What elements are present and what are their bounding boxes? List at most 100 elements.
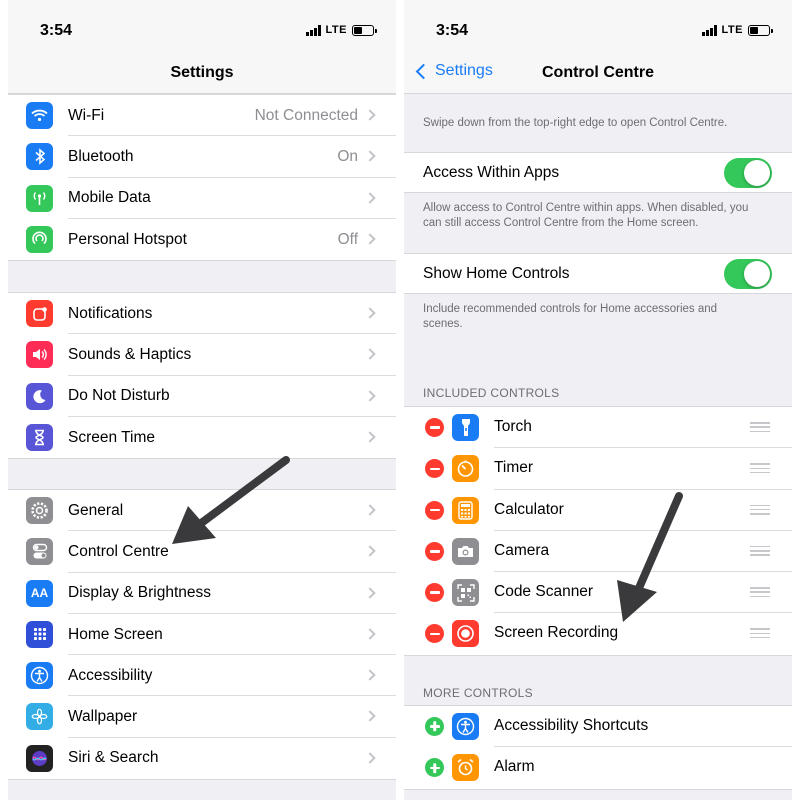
remove-timer-button[interactable]: [425, 459, 444, 479]
network-type: LTE: [721, 24, 743, 36]
settings-row-bluetooth[interactable]: Bluetooth On: [8, 136, 396, 178]
settings-row-label: Mobile Data: [68, 189, 151, 207]
add-accessibility-shortcuts-button[interactable]: [425, 717, 444, 736]
hotspot-icon: [26, 225, 53, 253]
settings-row-label: Siri & Search: [68, 749, 159, 767]
chevron-right-icon: [364, 150, 376, 162]
minus-icon: [429, 550, 440, 553]
settings-row-label: Wallpaper: [68, 708, 138, 726]
settings-row-wallpaper[interactable]: Wallpaper: [8, 696, 396, 738]
settings-row-label: Notifications: [68, 304, 153, 322]
reorder-handle-icon[interactable]: [750, 545, 770, 556]
settings-row-sounds-haptics[interactable]: Sounds & Haptics: [8, 334, 396, 376]
control-row-calculator: Calculator: [404, 490, 792, 531]
settings-row-label: Sounds & Haptics: [68, 345, 192, 363]
minus-icon: [429, 591, 440, 594]
accessibility-icon: [26, 662, 53, 690]
settings-row-general[interactable]: General: [8, 490, 396, 532]
remove-code-scanner-button[interactable]: [425, 583, 444, 603]
settings-row-siri-search[interactable]: Siri & Search: [8, 738, 396, 779]
settings-row-accessibility[interactable]: Accessibility: [8, 655, 396, 697]
notifications-group: Notifications Sounds & Haptics Do Not Dist…: [8, 292, 396, 460]
settings-row-value: Off: [337, 230, 358, 248]
status-indicators: LTE: [701, 24, 773, 36]
page-title: Settings: [170, 64, 234, 81]
network-type: LTE: [325, 24, 347, 36]
more-controls-header: MORE CONTROLS: [423, 686, 533, 700]
hourglass-icon: [26, 423, 53, 451]
settings-screen: 3:54 LTE Settings Wi-Fi Not Connected Blue…: [8, 0, 396, 800]
record-icon: [452, 620, 479, 648]
qr-scanner-icon: [452, 579, 479, 607]
show-home-controls-row: Show Home Controls: [404, 253, 792, 294]
settings-row-personal-hotspot[interactable]: Personal Hotspot Off: [8, 219, 396, 260]
settings-row-home-screen[interactable]: Home Screen: [8, 614, 396, 656]
settings-row-label: Control Centre: [68, 542, 169, 560]
chevron-right-icon: [364, 191, 376, 204]
settings-row-control-centre[interactable]: Control Centre: [8, 531, 396, 573]
control-row-screen-recording: Screen Recording: [404, 613, 792, 654]
nav-bar: Settings Control Centre: [404, 56, 792, 94]
settings-row-mobile-data[interactable]: Mobile Data: [8, 178, 396, 219]
minus-icon: [429, 467, 440, 471]
access-within-apps-label: Access Within Apps: [423, 164, 560, 181]
siri-icon: [26, 744, 53, 772]
access-within-apps-toggle[interactable]: [724, 158, 772, 188]
flower-icon: [26, 703, 53, 731]
minus-icon: [429, 508, 440, 512]
settings-row-label: General: [68, 501, 124, 519]
status-time: 3:54: [40, 22, 73, 39]
reorder-handle-icon[interactable]: [750, 504, 770, 515]
chevron-right-icon: [364, 669, 376, 681]
control-label: Camera: [494, 541, 550, 559]
remove-camera-button[interactable]: [425, 541, 444, 561]
reorder-handle-icon[interactable]: [750, 587, 770, 598]
remove-calculator-button[interactable]: [425, 500, 444, 520]
remove-screen-recording-button[interactable]: [425, 624, 444, 644]
control-row-code-scanner: Code Scanner: [404, 572, 792, 614]
alarm-icon: [452, 754, 479, 782]
add-alarm-button[interactable]: [425, 758, 444, 778]
gear-icon: [26, 497, 53, 524]
control-label: Screen Recording: [494, 624, 619, 642]
remove-torch-button[interactable]: [425, 418, 444, 437]
settings-row-screen-time[interactable]: Screen Time: [8, 417, 396, 458]
control-label: Accessibility Shortcuts: [494, 717, 649, 734]
settings-row-display-brightness[interactable]: AA Display & Brightness: [8, 573, 396, 614]
minus-icon: [429, 426, 440, 429]
timer-icon: [452, 455, 479, 483]
show-home-controls-toggle[interactable]: [724, 259, 772, 289]
chevron-right-icon: [364, 504, 376, 516]
minus-icon: [429, 632, 440, 636]
control-row-alarm: Alarm: [404, 747, 792, 788]
bluetooth-icon: [26, 143, 53, 171]
chevron-right-icon: [364, 431, 376, 443]
reorder-handle-icon[interactable]: [750, 422, 770, 432]
reorder-handle-icon[interactable]: [750, 463, 770, 474]
nav-bar: Settings: [8, 56, 396, 94]
settings-row-do-not-disturb[interactable]: Do Not Disturb: [8, 376, 396, 417]
control-label: Torch: [494, 418, 532, 435]
settings-row-value: On: [337, 147, 358, 165]
battery-icon: [748, 24, 773, 36]
control-label: Calculator: [494, 500, 564, 518]
settings-row-value: Not Connected: [254, 106, 358, 124]
chevron-right-icon: [364, 710, 376, 723]
settings-row-notifications[interactable]: Notifications: [8, 293, 396, 335]
accessibility-icon: [452, 713, 479, 740]
settings-row-label: Home Screen: [68, 625, 163, 643]
settings-row-wi-fi[interactable]: Wi-Fi Not Connected: [8, 95, 396, 137]
signal-icon: [701, 24, 717, 36]
chevron-right-icon: [364, 586, 376, 599]
control-label: Code Scanner: [494, 583, 594, 601]
reorder-handle-icon[interactable]: [750, 628, 770, 639]
antenna-icon: [26, 184, 53, 212]
signal-icon: [305, 24, 321, 36]
notifications-icon: [26, 300, 53, 327]
chevron-right-icon: [364, 628, 376, 640]
chevron-right-icon: [364, 752, 376, 764]
included-controls-header: INCLUDED CONTROLS: [423, 386, 560, 400]
settings-row-label: Wi-Fi: [68, 106, 105, 124]
more-controls-list: Accessibility Shortcuts Alarm: [404, 705, 792, 790]
status-bar: 3:54 LTE: [8, 0, 396, 56]
